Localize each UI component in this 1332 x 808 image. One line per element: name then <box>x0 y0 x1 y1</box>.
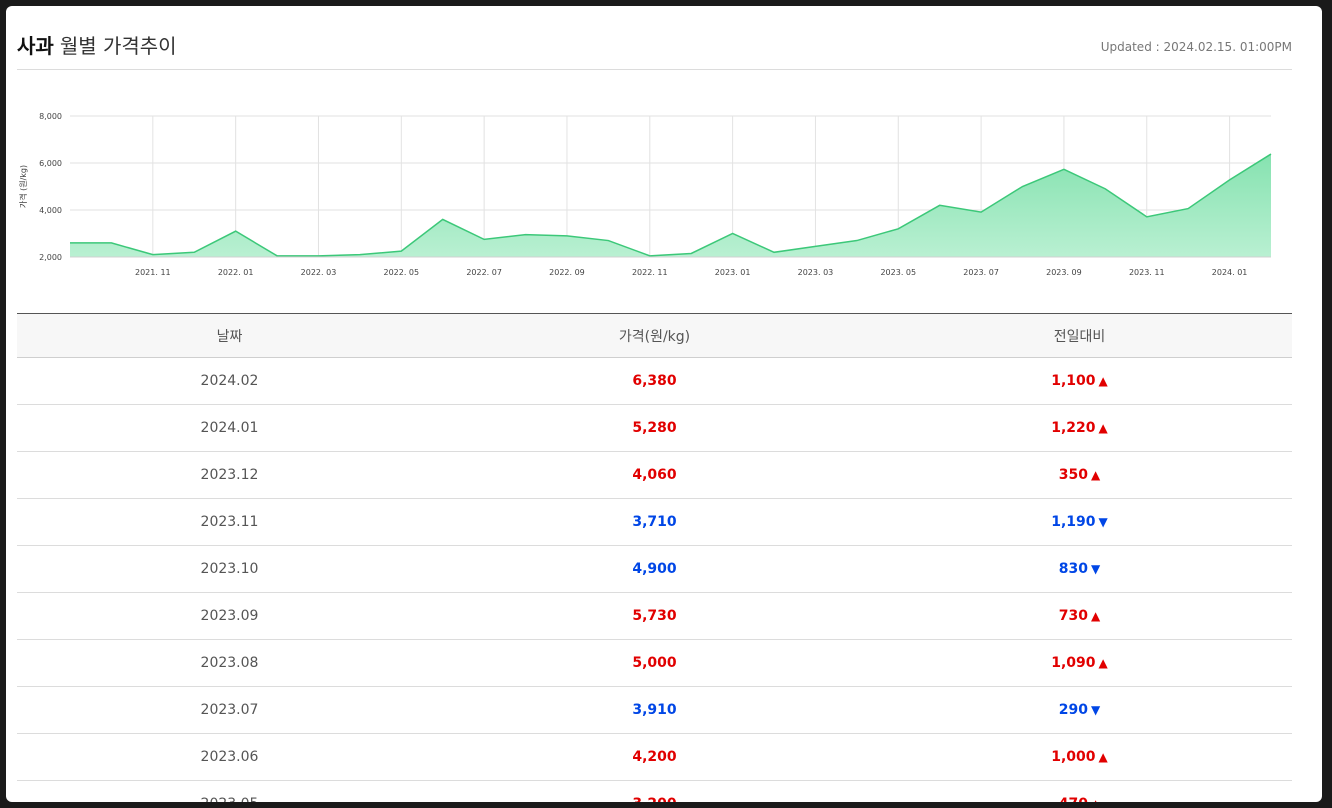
cell-date: 2023.12 <box>200 467 259 483</box>
x-tick-label: 2022. 07 <box>466 268 502 277</box>
area-fill <box>70 154 1271 257</box>
cell-date: 2023.10 <box>200 561 259 577</box>
page-panel: 사과 월별 가격추이 Updated : 2024.02.15. 01:00PM … <box>6 6 1322 802</box>
cell-date: 2023.06 <box>200 749 259 765</box>
page-header: 사과 월별 가격추이 Updated : 2024.02.15. 01:00PM <box>17 6 1292 70</box>
triangle-up-icon: ▲ <box>1098 421 1108 435</box>
cell-date: 2023.07 <box>200 702 259 718</box>
table-row: 2023.09 5,730 730 ▲ <box>17 593 1292 640</box>
x-tick-label: 2022. 03 <box>301 268 337 277</box>
table-row: 2023.10 4,900 830 ▼ <box>17 546 1292 593</box>
cell-date: 2024.02 <box>200 373 259 389</box>
cell-price: 5,280 <box>632 420 677 436</box>
cell-change: 1,220 ▲ <box>867 405 1292 452</box>
triangle-down-icon: ▼ <box>1091 562 1101 576</box>
y-tick-label: 8,000 <box>39 112 62 121</box>
cell-price: 4,060 <box>632 467 677 483</box>
cell-change: 470▲ <box>867 781 1292 802</box>
cell-date: 2023.08 <box>200 655 259 671</box>
table-row: 2023.06 4,200 1,000 ▲ <box>17 734 1292 781</box>
price-area-chart: 2,000 4,000 6,000 8,000 2021. 11 2022. 01 2022… <box>18 112 1272 277</box>
change-value: 1,000 <box>1051 749 1096 765</box>
cell-date: 2023.09 <box>200 608 259 624</box>
y-tick-label: 2,000 <box>39 253 62 262</box>
triangle-down-icon: ▼ <box>1091 703 1101 717</box>
change-value: 730 <box>1058 608 1088 624</box>
column-header-price: 가격(원/kg) <box>618 328 691 345</box>
column-header-date: 날짜 <box>216 328 243 345</box>
cell-change: 1,100 ▲ <box>867 358 1292 405</box>
x-tick-label: 2022. 09 <box>549 268 585 277</box>
table-row: 2024.01 5,280 1,220 ▲ <box>17 405 1292 452</box>
cell-change: 830 ▼ <box>867 546 1292 593</box>
table-header-row: 날짜 가격(원/kg) 전일대비 <box>17 313 1292 358</box>
cell-price: 3,910 <box>632 702 677 718</box>
cell-date: 2024.01 <box>200 420 259 436</box>
change-value: 830 <box>1058 561 1088 577</box>
triangle-up-icon: ▲ <box>1091 468 1101 482</box>
x-tick-label: 2022. 11 <box>632 268 668 277</box>
y-axis-label: 가격 (원/kg) <box>18 165 28 208</box>
table-row: 2023.07 3,910 290 ▼ <box>17 687 1292 734</box>
triangle-up-icon: ▲ <box>1098 374 1108 388</box>
x-tick-label: 2023. 05 <box>880 268 916 277</box>
x-tick-label: 2022. 05 <box>383 268 419 277</box>
y-tick-label: 4,000 <box>39 206 62 215</box>
triangle-up-icon: ▲ <box>1091 797 1100 802</box>
cell-price: 4,200 <box>632 749 677 765</box>
change-value: 1,190 <box>1051 514 1096 530</box>
cell-change: 1,190 ▼ <box>867 499 1292 546</box>
item-name: 사과 <box>17 34 54 58</box>
y-tick-label: 6,000 <box>39 159 62 168</box>
price-table: 날짜 가격(원/kg) 전일대비 2024.02 6,380 1,100 ▲ 2024.… <box>17 313 1292 802</box>
cell-price: 3,710 <box>632 514 677 530</box>
cell-price: 5,730 <box>632 608 677 624</box>
x-tick-label: 2024. 01 <box>1212 268 1248 277</box>
cell-price: 6,380 <box>632 373 677 389</box>
x-tick-label: 2023. 11 <box>1129 268 1165 277</box>
cell-date: 2023.05 <box>17 781 442 802</box>
change-value: 350 <box>1058 467 1088 483</box>
triangle-down-icon: ▼ <box>1098 515 1108 529</box>
cell-change: 730 ▲ <box>867 593 1292 640</box>
table-row: 2023.053,200470▲ <box>17 781 1292 802</box>
table-row: 2024.02 6,380 1,100 ▲ <box>17 358 1292 405</box>
cell-price: 3,200 <box>442 781 867 802</box>
triangle-up-icon: ▲ <box>1098 656 1108 670</box>
x-tick-label: 2023. 01 <box>715 268 751 277</box>
cell-change: 290 ▼ <box>867 687 1292 734</box>
x-tick-label: 2021. 11 <box>135 268 171 277</box>
triangle-up-icon: ▲ <box>1091 609 1101 623</box>
cell-change: 1,090 ▲ <box>867 640 1292 687</box>
cell-change: 350 ▲ <box>867 452 1292 499</box>
updated-timestamp: Updated : 2024.02.15. 01:00PM <box>1100 40 1292 54</box>
x-tick-label: 2023. 03 <box>798 268 834 277</box>
table-row: 2023.08 5,000 1,090 ▲ <box>17 640 1292 687</box>
x-tick-label: 2022. 01 <box>218 268 254 277</box>
cell-date: 2023.11 <box>200 514 259 530</box>
x-tick-label: 2023. 07 <box>963 268 999 277</box>
table-row: 2023.12 4,060 350 ▲ <box>17 452 1292 499</box>
table-row: 2023.11 3,710 1,190 ▼ <box>17 499 1292 546</box>
cell-change: 1,000 ▲ <box>867 734 1292 781</box>
change-value: 470 <box>1059 796 1088 802</box>
page-subtitle: 월별 가격추이 <box>59 34 177 58</box>
change-value: 1,220 <box>1051 420 1096 436</box>
change-value: 1,100 <box>1051 373 1096 389</box>
triangle-up-icon: ▲ <box>1098 750 1108 764</box>
change-value: 290 <box>1058 702 1088 718</box>
cell-price: 5,000 <box>632 655 677 671</box>
x-tick-label: 2023. 09 <box>1046 268 1082 277</box>
page-title: 사과 월별 가격추이 <box>17 30 177 59</box>
cell-price: 4,900 <box>632 561 677 577</box>
column-header-change: 전일대비 <box>1053 328 1106 345</box>
change-value: 1,090 <box>1051 655 1096 671</box>
